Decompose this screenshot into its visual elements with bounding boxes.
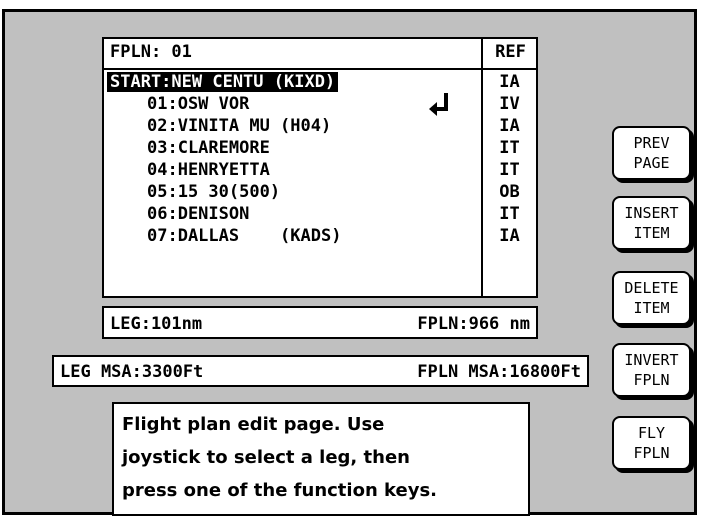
leg-msa: LEG MSA:3300Ft bbox=[60, 362, 204, 382]
insert-item-button[interactable]: INSERT ITEM bbox=[612, 196, 691, 250]
leg-ref: IA bbox=[499, 116, 520, 136]
leg-ref: IA bbox=[499, 226, 520, 246]
leg-ref: IT bbox=[499, 138, 520, 158]
fly-fpln-button[interactable]: FLY FPLN bbox=[612, 416, 691, 470]
help-line: press one of the function keys. bbox=[122, 480, 438, 501]
delete-item-button[interactable]: DELETE ITEM bbox=[612, 271, 691, 325]
button-label: FPLN bbox=[633, 444, 670, 462]
help-line: joystick to select a leg, then bbox=[122, 447, 410, 468]
leg-row[interactable]: 01:OSW VOR bbox=[147, 94, 249, 114]
flight-plan-title: FPLN: 01 bbox=[110, 42, 192, 62]
prev-page-button[interactable]: PREV PAGE bbox=[612, 126, 691, 180]
distance-box: LEG:101nm FPLN:966 nm bbox=[102, 306, 538, 339]
button-label: FLY bbox=[637, 424, 666, 442]
flight-plan-table: FPLN: 01 REF START:NEW CENTU (KIXD) IA 0… bbox=[102, 37, 538, 298]
leg-row[interactable]: 02:VINITA MU (H04) bbox=[147, 116, 331, 136]
leg-row[interactable]: 04:HENRYETTA bbox=[147, 160, 270, 180]
start-ref: IA bbox=[499, 72, 520, 92]
button-label: ITEM bbox=[633, 299, 670, 317]
leg-ref: OB bbox=[499, 182, 520, 202]
leg-row[interactable]: 07:DALLAS (KADS) bbox=[147, 226, 341, 246]
button-label: INSERT bbox=[624, 204, 679, 222]
help-text-box: Flight plan edit page. Use joystick to s… bbox=[112, 402, 530, 516]
ref-header: REF bbox=[495, 42, 526, 62]
button-label: FPLN bbox=[633, 371, 670, 389]
leg-ref: IT bbox=[499, 160, 520, 180]
msa-box: LEG MSA:3300Ft FPLN MSA:16800Ft bbox=[52, 355, 589, 387]
button-label: PREV bbox=[633, 134, 670, 152]
fpln-msa: FPLN MSA:16800Ft bbox=[417, 362, 581, 382]
leg-ref: IV bbox=[499, 94, 520, 114]
leg-distance: LEG:101nm bbox=[110, 314, 203, 334]
button-label: PAGE bbox=[633, 154, 670, 172]
leg-row[interactable]: 06:DENISON bbox=[147, 204, 249, 224]
button-label: ITEM bbox=[633, 224, 670, 242]
invert-fpln-button[interactable]: INVERT FPLN bbox=[612, 343, 691, 397]
start-row[interactable]: START:NEW CENTU (KIXD) bbox=[107, 72, 339, 92]
return-arrow-icon bbox=[429, 93, 448, 116]
device-screen: FPLN: 01 REF START:NEW CENTU (KIXD) IA 0… bbox=[2, 9, 697, 516]
leg-row[interactable]: 03:CLAREMORE bbox=[147, 138, 270, 158]
header-divider bbox=[104, 68, 536, 70]
leg-ref: IT bbox=[499, 204, 520, 224]
leg-row[interactable]: 05:15 30(500) bbox=[147, 182, 280, 202]
button-label: DELETE bbox=[624, 279, 679, 297]
fpln-distance: FPLN:966 nm bbox=[417, 314, 530, 334]
button-label: INVERT bbox=[624, 351, 679, 369]
help-line: Flight plan edit page. Use bbox=[122, 414, 385, 435]
